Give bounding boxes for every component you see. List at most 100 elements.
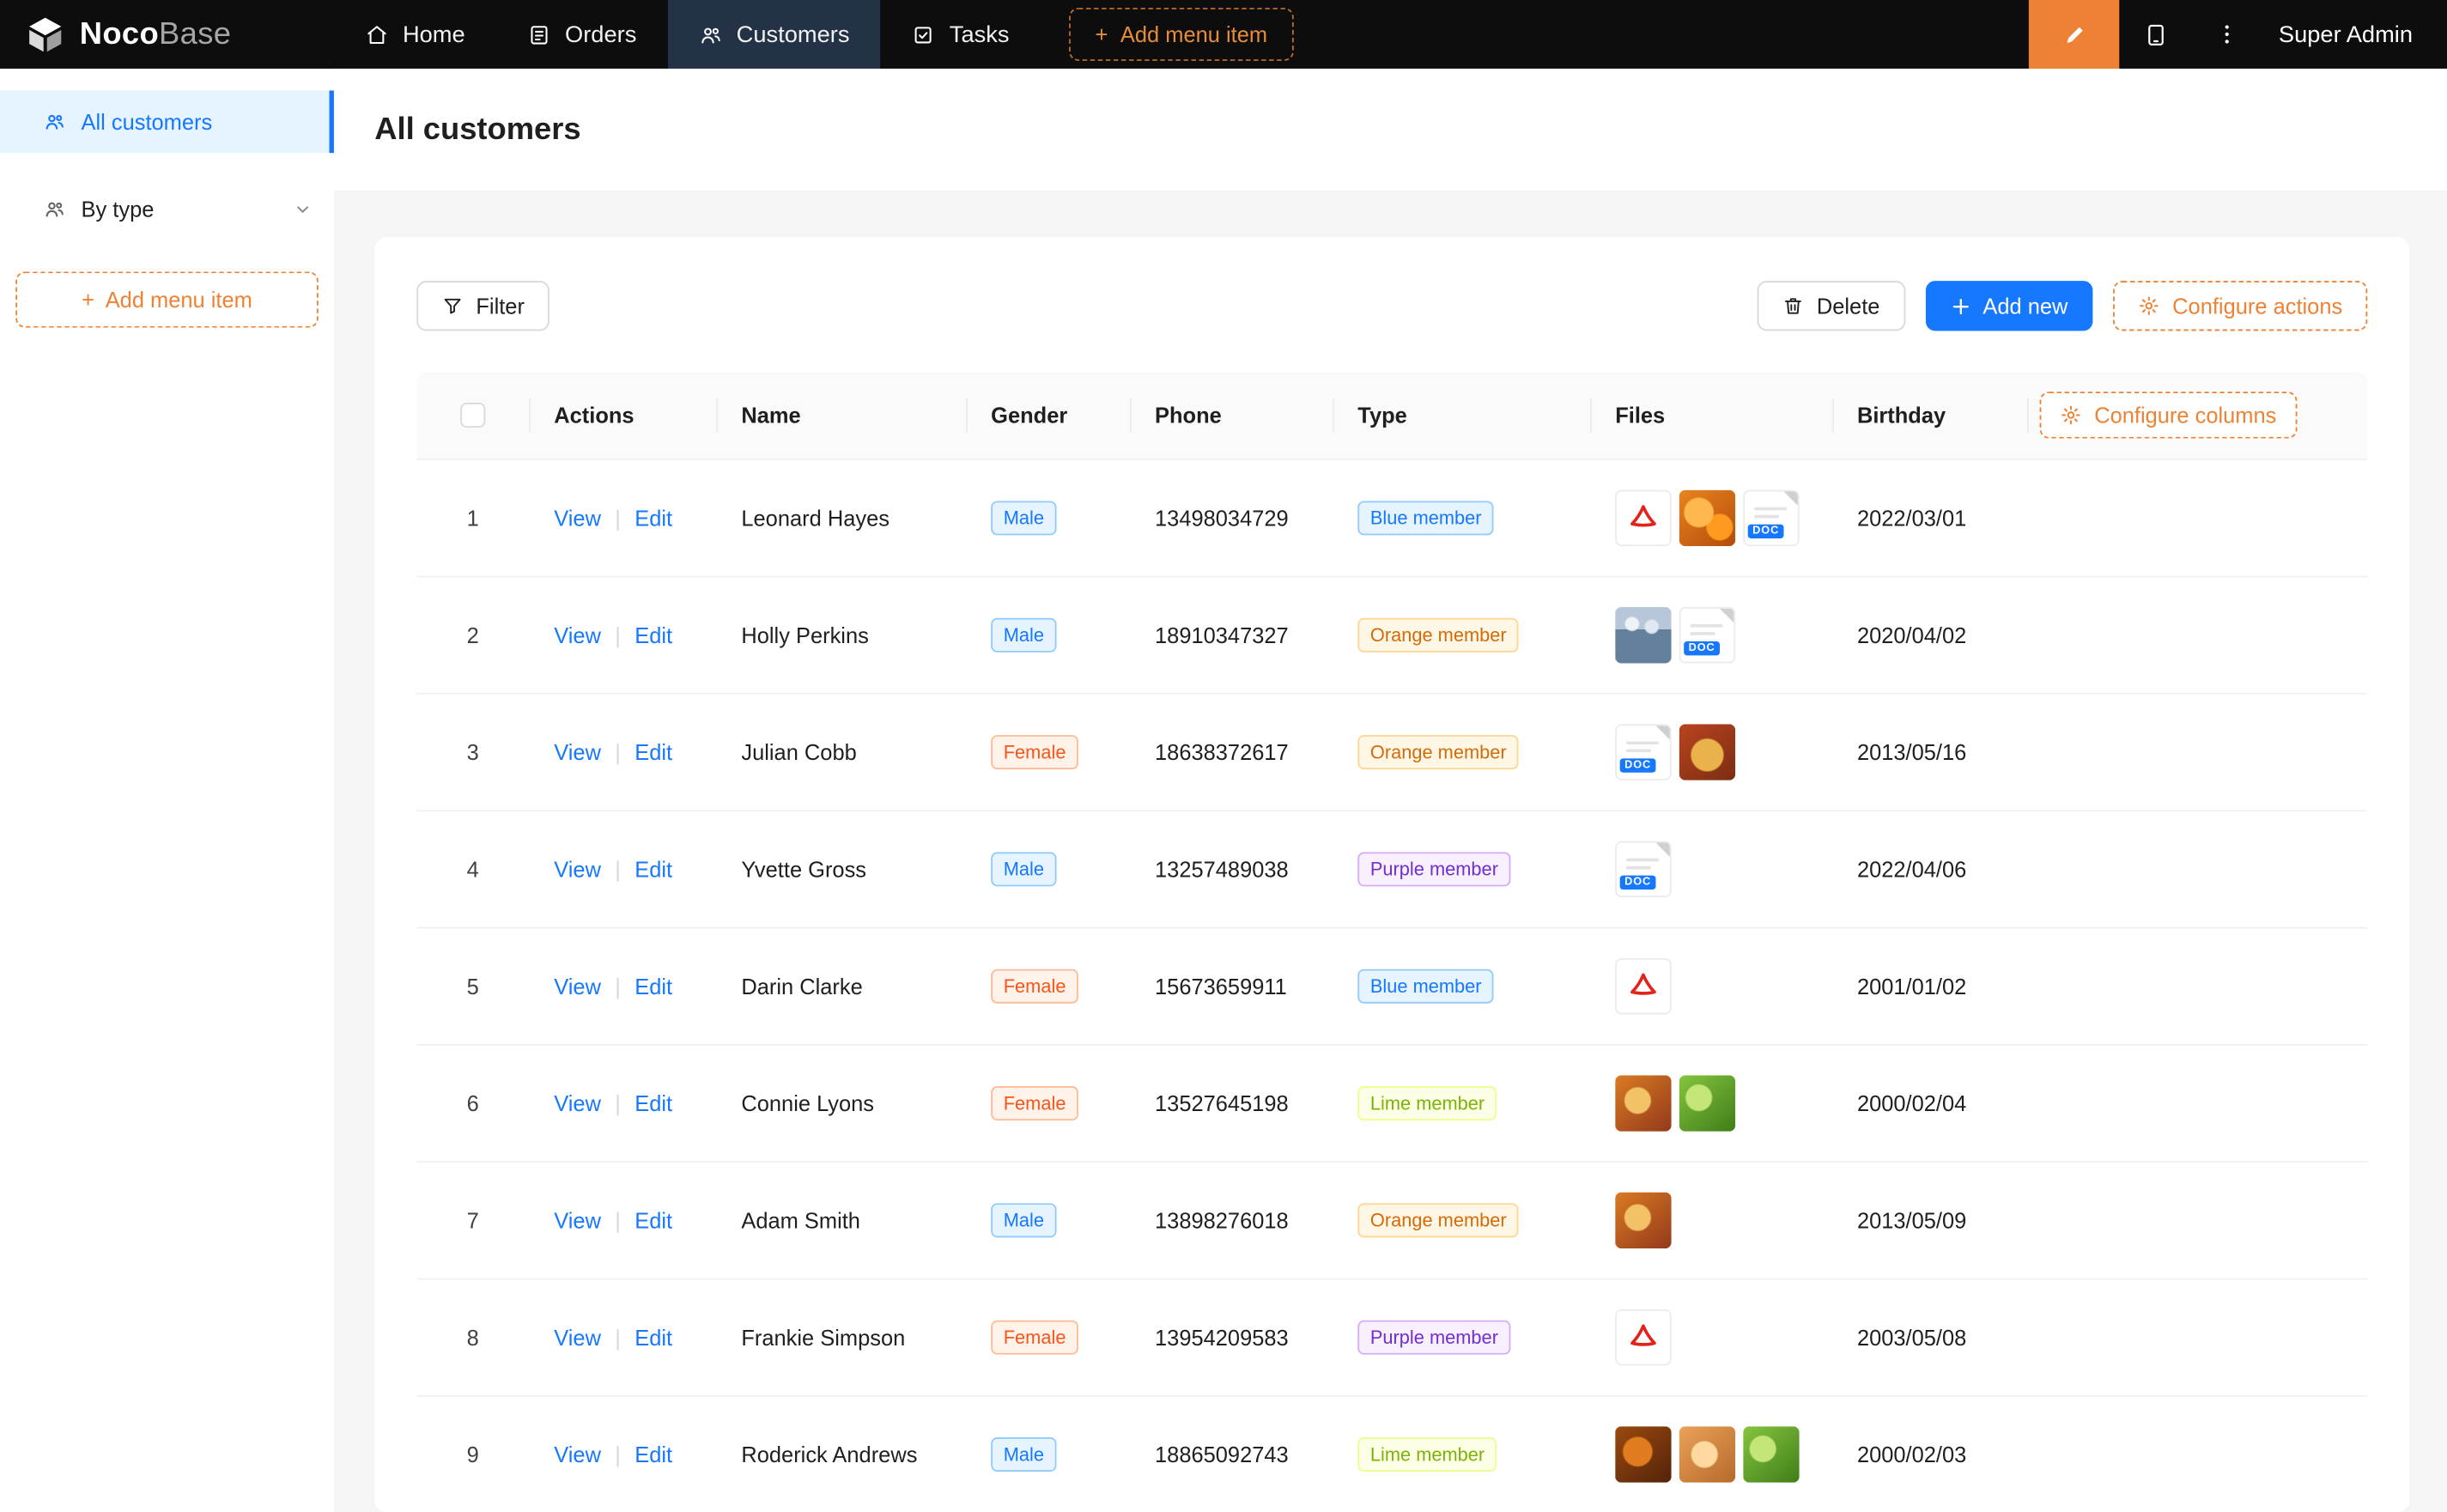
doc-file-thumbnail[interactable]: DOC <box>1679 607 1735 663</box>
view-link[interactable]: View <box>554 974 601 999</box>
type-tag: Orange member <box>1357 735 1519 769</box>
kebab-icon <box>2214 21 2239 46</box>
row-index: 6 <box>467 1091 479 1116</box>
files-list <box>1590 928 1832 1044</box>
link-divider: | <box>615 1325 621 1350</box>
gender-tag: Male <box>991 618 1056 653</box>
edit-link[interactable]: Edit <box>635 1091 672 1116</box>
link-divider: | <box>615 622 621 647</box>
edit-link[interactable]: Edit <box>635 974 672 999</box>
doc-file-thumbnail[interactable]: DOC <box>1743 490 1799 546</box>
phone-value: 13527645198 <box>1130 1046 1333 1162</box>
type-tag: Blue member <box>1357 501 1494 535</box>
app-body: All customers By type + Add menu item <box>0 69 2447 1512</box>
column-header-select <box>416 372 529 459</box>
image-file-thumbnail[interactable] <box>1679 490 1735 546</box>
chevron-down-icon <box>294 200 313 219</box>
edit-link[interactable]: Edit <box>635 857 672 882</box>
brand-text: NocoBase <box>80 16 232 52</box>
view-link[interactable]: View <box>554 740 601 765</box>
pdf-file-thumbnail[interactable] <box>1615 490 1671 546</box>
view-link[interactable]: View <box>554 1442 601 1466</box>
view-link[interactable]: View <box>554 1208 601 1233</box>
customers-table: Actions Name Gender Phone Type Files Bir… <box>416 372 2367 1512</box>
more-menu-button[interactable] <box>2191 0 2263 69</box>
image-file-thumbnail[interactable] <box>1679 1426 1735 1482</box>
table-row: 9 View | Edit Roderick Andrews Male 1886… <box>416 1397 2367 1512</box>
files-list: DOC <box>1590 578 1832 694</box>
configure-actions-button[interactable]: Configure actions <box>2113 281 2367 331</box>
image-file-thumbnail[interactable] <box>1743 1426 1799 1482</box>
row-index: 5 <box>467 974 479 999</box>
files-list: DOC <box>1590 811 1832 927</box>
view-link[interactable]: View <box>554 1325 601 1350</box>
delete-button[interactable]: Delete <box>1758 281 1905 331</box>
edit-link[interactable]: Edit <box>635 740 672 765</box>
image-file-thumbnail[interactable] <box>1615 607 1671 663</box>
nav-item-tasks[interactable]: Tasks <box>881 0 1041 69</box>
image-file-thumbnail[interactable] <box>1615 1426 1671 1482</box>
sidebar-item-by-type[interactable]: By type <box>0 178 334 240</box>
gender-tag: Male <box>991 1203 1056 1237</box>
mobile-preview-button[interactable] <box>2119 0 2191 69</box>
filter-button[interactable]: Filter <box>416 281 550 331</box>
image-file-thumbnail[interactable] <box>1679 724 1735 780</box>
ui-editor-button[interactable] <box>2029 0 2119 69</box>
row-index: 2 <box>467 622 479 647</box>
table-row: 1 View | Edit Leonard Hayes Male 1349803… <box>416 460 2367 577</box>
customer-name: Holly Perkins <box>716 578 966 694</box>
edit-link[interactable]: Edit <box>635 1325 672 1350</box>
doc-file-thumbnail[interactable]: DOC <box>1615 841 1671 897</box>
add-new-button[interactable]: Add new <box>1925 281 2092 331</box>
edit-link[interactable]: Edit <box>635 1208 672 1233</box>
link-divider: | <box>615 506 621 531</box>
type-tag: Orange member <box>1357 618 1519 653</box>
view-link[interactable]: View <box>554 857 601 882</box>
home-icon <box>365 22 388 46</box>
gender-tag: Female <box>991 1321 1078 1355</box>
column-header-files: Files <box>1590 372 1832 459</box>
header-right: Super Admin <box>2029 0 2447 69</box>
table-row: 4 View | Edit Yvette Gross Male 13257489… <box>416 811 2367 928</box>
configure-columns-button[interactable]: Configure columns <box>2040 392 2297 439</box>
user-group-icon <box>44 111 65 132</box>
gear-icon <box>2138 295 2159 317</box>
nav-item-home[interactable]: Home <box>334 0 496 69</box>
type-tag: Purple member <box>1357 1321 1510 1355</box>
user-name[interactable]: Super Admin <box>2263 0 2447 69</box>
pdf-file-thumbnail[interactable] <box>1615 1309 1671 1365</box>
tablet-icon <box>2142 21 2169 48</box>
doc-file-thumbnail[interactable]: DOC <box>1615 724 1671 780</box>
view-link[interactable]: View <box>554 622 601 647</box>
column-header-actions: Actions <box>529 372 716 459</box>
edit-link[interactable]: Edit <box>635 622 672 647</box>
column-header-type: Type <box>1333 372 1590 459</box>
birthday-value: 2022/03/01 <box>1832 460 2027 576</box>
image-file-thumbnail[interactable] <box>1615 1075 1671 1131</box>
sidebar-item-all-customers[interactable]: All customers <box>0 90 334 153</box>
birthday-value: 2001/01/02 <box>1832 928 2027 1044</box>
select-all-checkbox[interactable] <box>460 403 485 428</box>
sidebar-add-menu-item-button[interactable]: + Add menu item <box>15 271 319 327</box>
view-link[interactable]: View <box>554 506 601 531</box>
table-toolbar: Filter Delete <box>416 281 2367 331</box>
birthday-value: 2003/05/08 <box>1832 1279 2027 1395</box>
view-link[interactable]: View <box>554 1091 601 1116</box>
image-file-thumbnail[interactable] <box>1679 1075 1735 1131</box>
user-group-icon <box>44 198 65 220</box>
edit-link[interactable]: Edit <box>635 1442 672 1466</box>
customer-name: Adam Smith <box>716 1163 966 1278</box>
add-menu-item-button[interactable]: + Add menu item <box>1069 8 1294 61</box>
trash-icon <box>1782 295 1804 317</box>
phone-value: 13898276018 <box>1130 1163 1333 1278</box>
pdf-file-thumbnail[interactable] <box>1615 958 1671 1014</box>
edit-link[interactable]: Edit <box>635 506 672 531</box>
image-file-thumbnail[interactable] <box>1615 1193 1671 1248</box>
nav-item-customers[interactable]: Customers <box>668 0 881 69</box>
column-header-gender: Gender <box>966 372 1130 459</box>
link-divider: | <box>615 974 621 999</box>
nav-item-orders[interactable]: Orders <box>496 0 668 69</box>
table-header: Actions Name Gender Phone Type Files Bir… <box>416 372 2367 461</box>
birthday-value: 2013/05/09 <box>1832 1163 2027 1278</box>
nocobase-logo[interactable]: NocoBase <box>0 0 334 69</box>
